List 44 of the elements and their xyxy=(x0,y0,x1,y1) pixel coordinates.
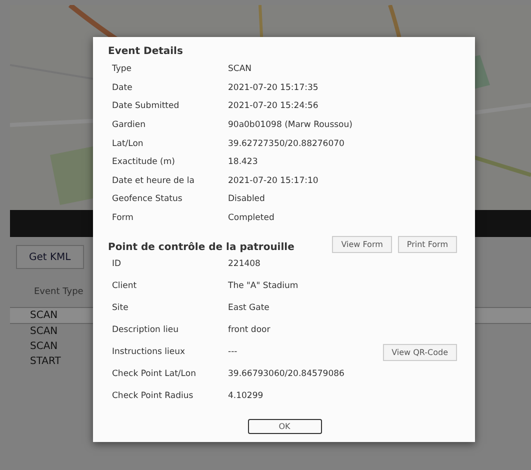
view-form-button[interactable]: View Form xyxy=(332,236,392,254)
field-label: Geofence Status xyxy=(112,194,184,204)
field-label: Site xyxy=(112,303,130,314)
field-value: Completed xyxy=(228,213,276,224)
field-label: Client xyxy=(112,281,138,292)
field-value: 90a0b01098 (Marw Roussou) xyxy=(228,120,354,130)
field-value: front door xyxy=(228,325,272,336)
get-kml-button[interactable]: Get KML xyxy=(16,245,84,269)
field-value: Disabled xyxy=(228,194,266,204)
column-header: Event Type xyxy=(34,287,84,297)
field-label: Type xyxy=(112,64,133,74)
field-value: SCAN xyxy=(228,64,253,74)
field-label: ID xyxy=(112,259,122,270)
table-cell: START xyxy=(30,356,61,367)
view-qr-code-button[interactable]: View QR-Code xyxy=(382,344,457,361)
field-value: 18.423 xyxy=(228,157,259,168)
field-value: 221408 xyxy=(228,259,262,270)
field-label: Check Point Lat/Lon xyxy=(112,369,197,380)
ok-button[interactable]: OK xyxy=(248,419,322,434)
field-value: 39.66793060/20.84579086 xyxy=(228,369,346,380)
field-label: Exactitude (m) xyxy=(112,157,176,168)
field-value: 2021-07-20 15:24:56 xyxy=(228,101,320,112)
table-cell: SCAN xyxy=(30,341,58,352)
field-value: 39.62727350/20.88276070 xyxy=(228,138,346,149)
field-label: Instructions lieux xyxy=(112,347,186,358)
field-label: Lat/Lon xyxy=(112,138,144,149)
field-label: Form xyxy=(112,213,134,224)
print-form-button[interactable]: Print Form xyxy=(398,236,457,254)
section-title: Point de contrôle de la patrouille xyxy=(108,242,294,254)
field-label: Gardien xyxy=(112,120,147,130)
field-label: Description lieu xyxy=(112,325,180,336)
table-cell: SCAN xyxy=(30,326,58,337)
field-value: 2021-07-20 15:17:35 xyxy=(228,82,320,93)
field-label: Date Submitted xyxy=(112,101,180,112)
field-label: Date xyxy=(112,82,134,93)
field-value: 2021-07-20 15:17:10 xyxy=(228,176,320,186)
table-cell: SCAN xyxy=(30,310,58,321)
field-label: Date et heure de la xyxy=(112,176,196,186)
field-label: Check Point Radius xyxy=(112,391,194,402)
field-value: East Gate xyxy=(228,303,270,314)
field-value: --- xyxy=(228,347,238,358)
dialog-title: Event Details xyxy=(108,46,184,57)
field-value: 4.10299 xyxy=(228,391,264,402)
field-value: The "A" Stadium xyxy=(228,281,300,292)
